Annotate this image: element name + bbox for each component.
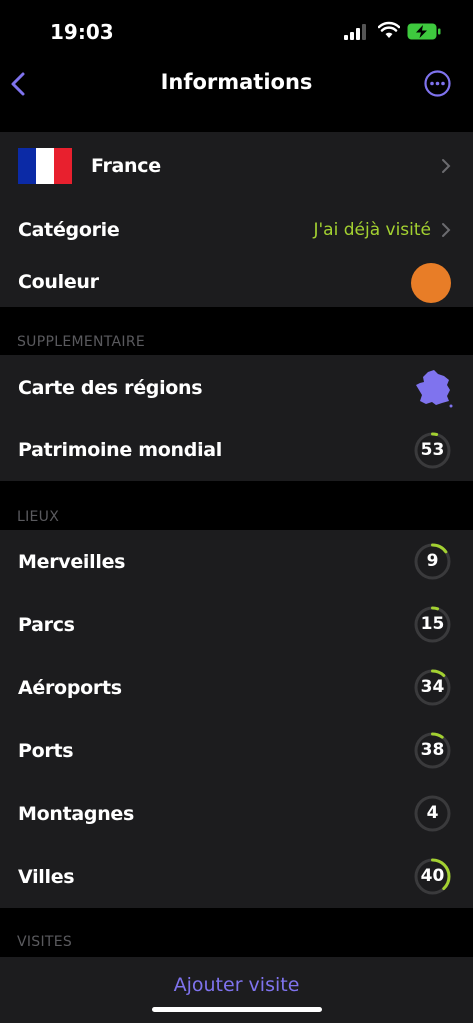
lieux-label: Villes	[18, 866, 75, 888]
section-header-lieux: LIEUX	[17, 509, 60, 525]
section-header-supplementaire: SUPPLEMENTAIRE	[17, 334, 146, 350]
status-time: 19:03	[50, 20, 114, 44]
lieux-count: 40	[420, 866, 445, 886]
color-swatch[interactable]	[411, 263, 451, 303]
navigation-bar: Informations	[0, 60, 473, 108]
page-title: Informations	[160, 70, 313, 94]
ellipsis-circle-icon[interactable]	[424, 70, 451, 97]
status-bar: 19:03	[0, 0, 473, 60]
chevron-right-icon	[442, 223, 451, 237]
wifi-icon	[378, 21, 400, 38]
country-row[interactable]: France	[0, 140, 473, 192]
lieux-row-villes[interactable]: Villes 40	[0, 851, 473, 903]
section-header-visites: VISITES	[17, 934, 73, 950]
lieux-label: Aéroports	[18, 677, 122, 699]
france-map-icon	[416, 370, 453, 408]
lieux-count: 38	[420, 740, 445, 760]
lieux-label: Montagnes	[18, 803, 135, 825]
lieux-count: 9	[426, 551, 439, 571]
battery-charging-icon	[407, 23, 441, 40]
regions-map-label: Carte des régions	[18, 377, 203, 399]
patrimoine-label: Patrimoine mondial	[18, 439, 223, 461]
category-label: Catégorie	[18, 219, 120, 241]
color-label: Couleur	[18, 271, 99, 293]
patrimoine-count: 53	[420, 440, 445, 460]
bottom-bar: Ajouter visite	[0, 957, 473, 1023]
cellular-signal-icon	[344, 24, 366, 40]
lieux-count: 34	[420, 677, 445, 697]
lieux-count: 15	[420, 614, 445, 634]
home-indicator	[152, 1007, 322, 1012]
lieux-label: Merveilles	[18, 551, 126, 573]
lieux-row-aeroports[interactable]: Aéroports 34	[0, 662, 473, 714]
category-value: J'ai déjà visité	[313, 220, 431, 240]
lieux-label: Ports	[18, 740, 74, 762]
country-name: France	[91, 155, 161, 177]
lieux-count: 4	[426, 803, 439, 823]
lieux-row-ports[interactable]: Ports 38	[0, 725, 473, 777]
lieux-label: Parcs	[18, 614, 75, 636]
lieux-row-merveilles[interactable]: Merveilles 9	[0, 536, 473, 588]
color-row[interactable]: Couleur	[0, 256, 473, 308]
chevron-right-icon	[442, 159, 451, 173]
france-flag-icon	[18, 148, 72, 184]
lieux-row-montagnes[interactable]: Montagnes 4	[0, 788, 473, 840]
lieux-row-parcs[interactable]: Parcs 15	[0, 599, 473, 651]
regions-map-row[interactable]: Carte des régions	[0, 362, 473, 414]
patrimoine-row[interactable]: Patrimoine mondial 53	[0, 424, 473, 476]
add-visit-button[interactable]: Ajouter visite	[0, 974, 473, 996]
category-row[interactable]: Catégorie J'ai déjà visité	[0, 204, 473, 256]
